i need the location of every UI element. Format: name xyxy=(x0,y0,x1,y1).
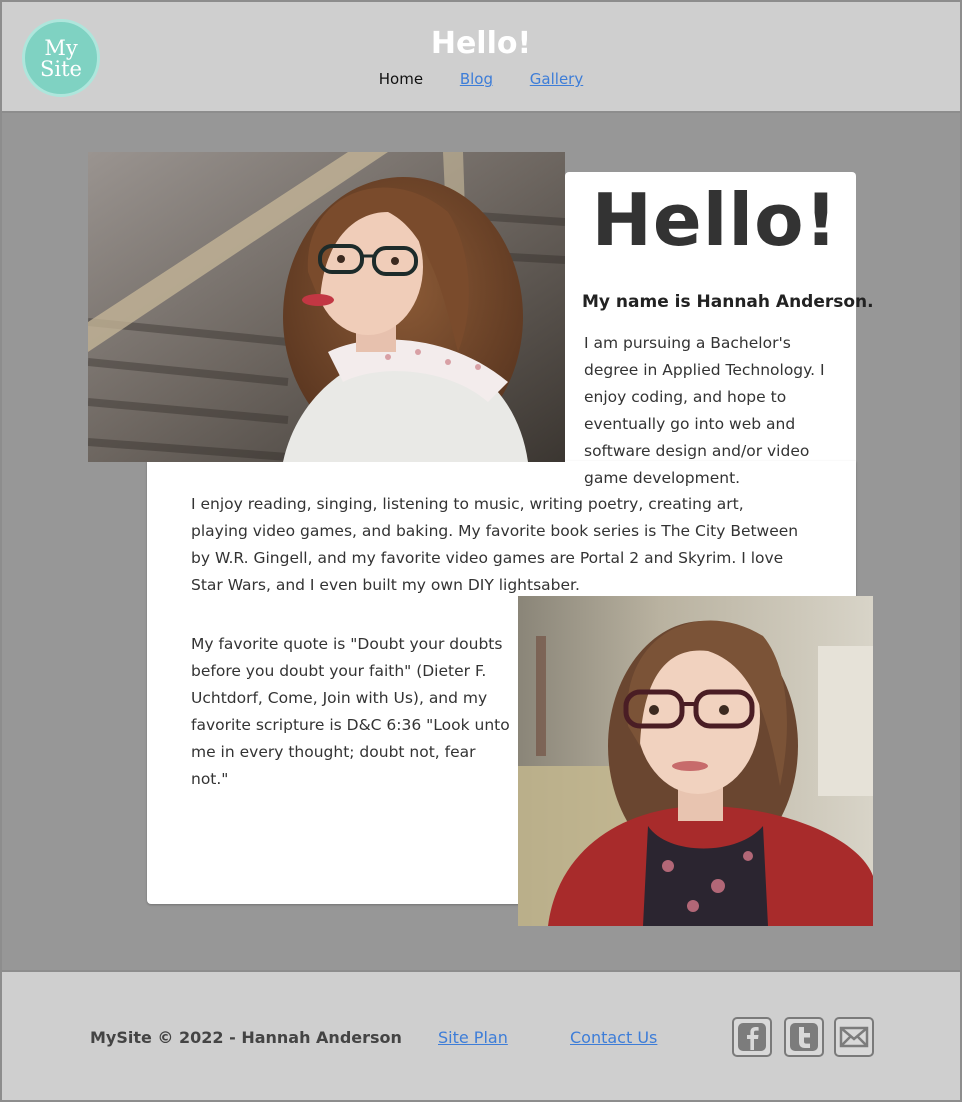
main-nav: Home Blog Gallery xyxy=(2,70,960,88)
facebook-icon[interactable] xyxy=(732,1017,772,1057)
nav-item-blog[interactable]: Blog xyxy=(460,70,493,88)
twitter-icon[interactable] xyxy=(784,1017,824,1057)
hobbies-paragraph: I enjoy reading, singing, listening to m… xyxy=(191,495,799,594)
portrait-photo-stairs xyxy=(88,152,565,462)
site-title: Hello! xyxy=(430,26,532,61)
copyright-text: MySite © 2022 - Hannah Anderson xyxy=(90,1028,402,1047)
nav-item-gallery[interactable]: Gallery xyxy=(530,70,583,88)
site-header: My Site Hello! Home Blog Gallery xyxy=(0,0,962,113)
site-footer: MySite © 2022 - Hannah Anderson Site Pla… xyxy=(0,970,962,1102)
site-plan-link[interactable]: Site Plan xyxy=(438,1028,508,1047)
name-heading: My name is Hannah Anderson. xyxy=(582,292,874,312)
hello-heading: Hello! xyxy=(591,178,839,262)
contact-us-link[interactable]: Contact Us xyxy=(570,1028,657,1047)
portrait-photo-selfie xyxy=(518,596,873,926)
quote-paragraph: My favorite quote is "Doubt your doubts … xyxy=(191,635,510,788)
email-icon[interactable] xyxy=(834,1017,874,1057)
intro-paragraph: I am pursuing a Bachelor's degree in App… xyxy=(584,334,825,487)
nav-item-home[interactable]: Home xyxy=(379,70,423,88)
